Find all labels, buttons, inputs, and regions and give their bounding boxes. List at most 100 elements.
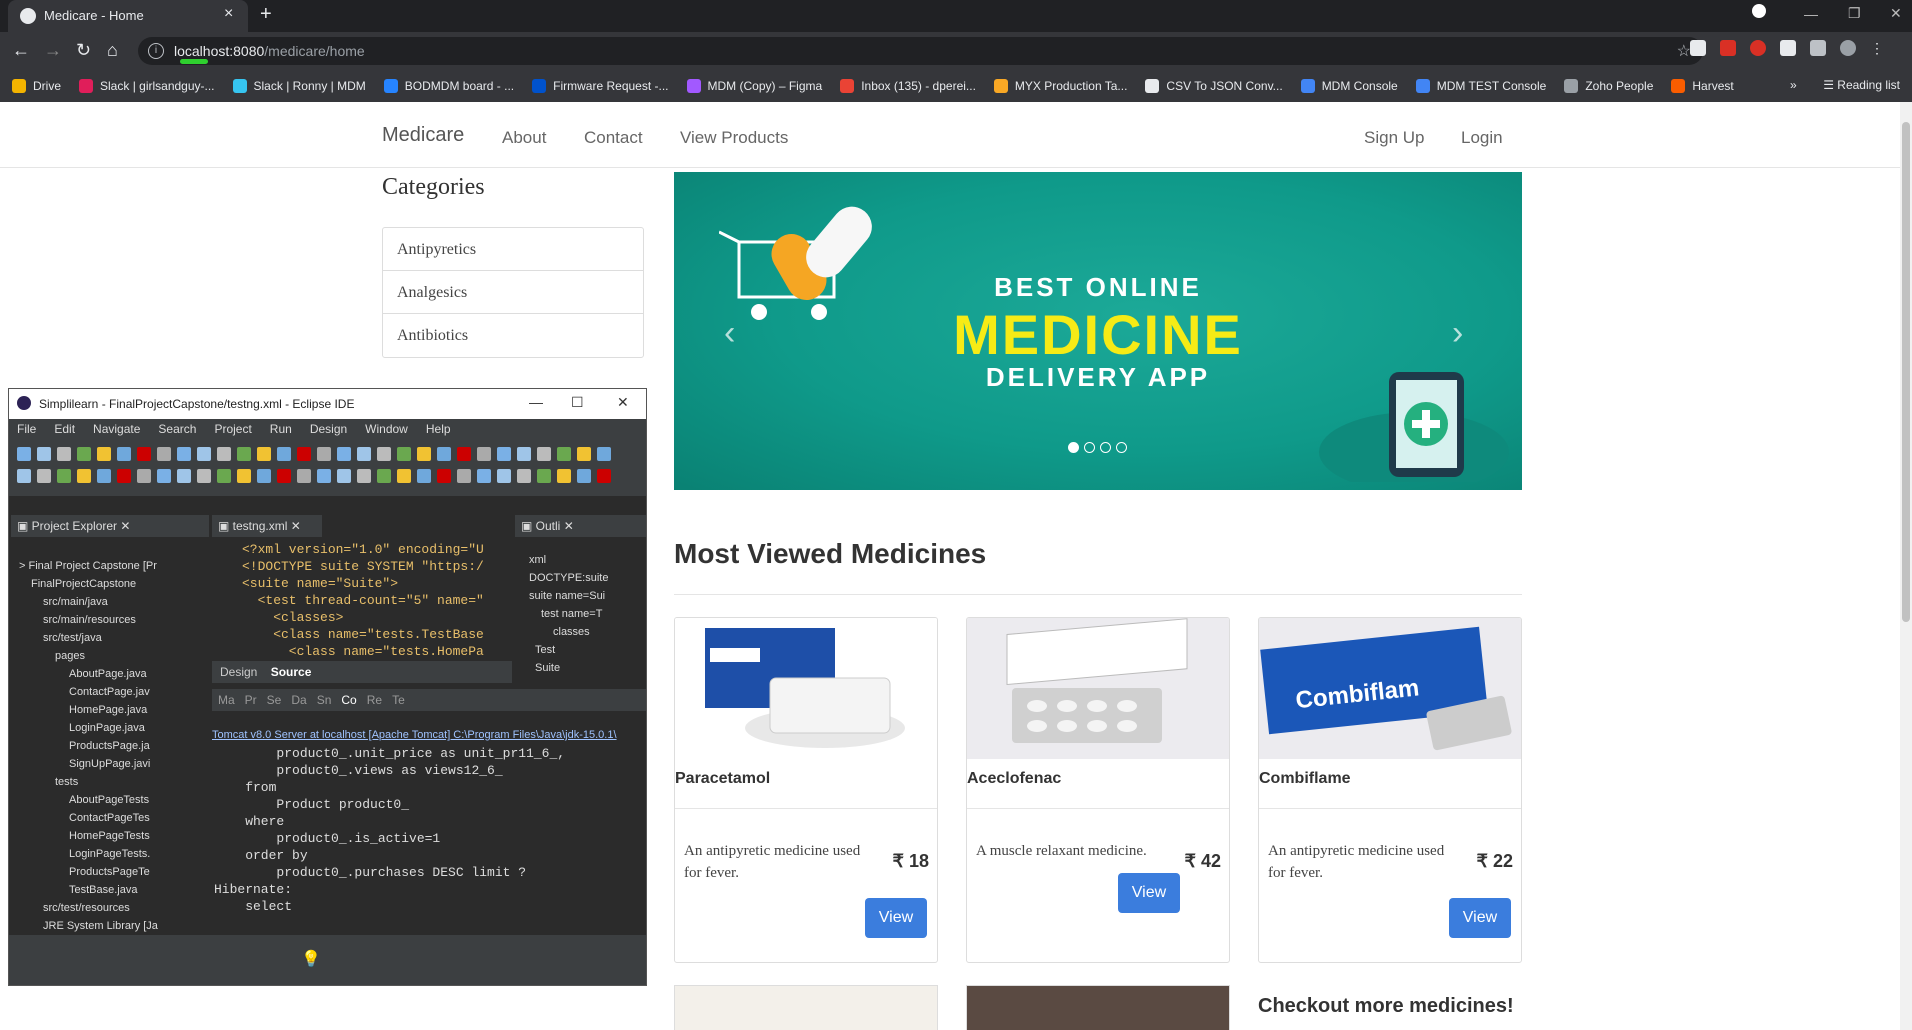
nav-login[interactable]: Login bbox=[1461, 128, 1503, 148]
restore-icon[interactable]: ❐ bbox=[1848, 5, 1861, 22]
toolbar-icon[interactable] bbox=[477, 469, 491, 483]
toolbar-icon[interactable] bbox=[177, 447, 191, 461]
tree-item[interactable]: src/main/java bbox=[15, 593, 207, 611]
nav-about[interactable]: About bbox=[502, 128, 546, 148]
view-button[interactable]: View bbox=[1449, 898, 1511, 938]
toolbar-icon[interactable] bbox=[317, 447, 331, 461]
toolbar-icon[interactable] bbox=[97, 469, 111, 483]
toolbar-icon[interactable] bbox=[117, 447, 131, 461]
carousel-prev-icon[interactable]: ‹ bbox=[724, 314, 735, 353]
reading-list[interactable]: ☰ Reading list bbox=[1823, 78, 1900, 92]
forward-icon[interactable]: → bbox=[44, 40, 62, 60]
console-tab[interactable]: Pr bbox=[245, 693, 257, 707]
menu-item[interactable]: Run bbox=[270, 422, 292, 438]
bookmark-item[interactable]: MDM (Copy) – Figma bbox=[686, 79, 822, 93]
close-window-icon[interactable]: ✕ bbox=[1890, 5, 1902, 22]
profile-icon[interactable] bbox=[1752, 4, 1766, 18]
category-item[interactable]: Antibiotics bbox=[383, 314, 643, 357]
toolbar-icon[interactable] bbox=[397, 447, 411, 461]
toolbar-icon[interactable] bbox=[77, 447, 91, 461]
outline-item[interactable]: xml bbox=[529, 551, 644, 569]
bookmark-item[interactable]: BODMDM board - ... bbox=[383, 79, 514, 93]
toolbar-icon[interactable] bbox=[217, 447, 231, 461]
outline-item[interactable]: classes bbox=[529, 623, 644, 641]
bookmark-item[interactable]: Slack | Ronny | MDM bbox=[232, 79, 366, 93]
toolbar-icon[interactable] bbox=[497, 469, 511, 483]
menu-item[interactable]: Help bbox=[426, 422, 451, 438]
toolbar-icon[interactable] bbox=[437, 447, 451, 461]
toolbar-icon[interactable] bbox=[17, 469, 31, 483]
toolbar-icon[interactable] bbox=[557, 447, 571, 461]
tree-item[interactable]: LoginPageTests. bbox=[15, 845, 207, 863]
bookmark-item[interactable]: MYX Production Ta... bbox=[993, 79, 1127, 93]
minimize-icon[interactable]: — bbox=[529, 394, 543, 410]
toolbar-icon[interactable] bbox=[537, 447, 551, 461]
toolbar-icon[interactable] bbox=[457, 447, 471, 461]
puzzle-icon[interactable] bbox=[1780, 40, 1796, 56]
tree-item[interactable]: ContactPageTes bbox=[15, 809, 207, 827]
tree-item[interactable]: src/main/resources bbox=[15, 611, 207, 629]
console-tab[interactable]: Co bbox=[341, 693, 356, 707]
menu-item[interactable]: Search bbox=[158, 422, 196, 438]
menu-item[interactable]: Design bbox=[310, 422, 347, 438]
category-item[interactable]: Antipyretics bbox=[383, 228, 643, 271]
media-icon[interactable] bbox=[1810, 40, 1826, 56]
tree-item[interactable]: ProductsPage.ja bbox=[15, 737, 207, 755]
bookmark-item[interactable]: Inbox (135) - dperei... bbox=[840, 79, 976, 93]
tree-item[interactable]: SignUpPage.javi bbox=[15, 755, 207, 773]
tab-testng-xml[interactable]: ▣ testng.xml ✕ bbox=[212, 515, 322, 537]
toolbar-icon[interactable] bbox=[257, 469, 271, 483]
toolbar-icon[interactable] bbox=[197, 447, 211, 461]
toolbar-icon[interactable] bbox=[97, 447, 111, 461]
view-button[interactable]: View bbox=[1118, 873, 1180, 913]
toolbar-icon[interactable] bbox=[517, 469, 531, 483]
tree-item[interactable]: HomePage.java bbox=[15, 701, 207, 719]
toolbar-icon[interactable] bbox=[257, 447, 271, 461]
tab-source[interactable]: Source bbox=[271, 665, 312, 679]
console-output[interactable]: product0_.unit_price as unit_pr11_6_, pr… bbox=[214, 745, 644, 930]
avatar[interactable] bbox=[1840, 40, 1856, 56]
toolbar-icon[interactable] bbox=[497, 447, 511, 461]
minimize-icon[interactable]: — bbox=[1804, 6, 1818, 22]
bookmark-item[interactable]: Slack | girlsandguy-... bbox=[79, 79, 215, 93]
new-tab-icon[interactable]: + bbox=[260, 3, 272, 26]
toolbar-icon[interactable] bbox=[437, 469, 451, 483]
menu-item[interactable]: Window bbox=[365, 422, 408, 438]
console-tab[interactable]: Da bbox=[291, 693, 306, 707]
toolbar-icon[interactable] bbox=[377, 447, 391, 461]
toolbar-icon[interactable] bbox=[37, 469, 51, 483]
toolbar-icon[interactable] bbox=[377, 469, 391, 483]
toolbar-icon[interactable] bbox=[137, 469, 151, 483]
scrollbar-thumb[interactable] bbox=[1902, 122, 1910, 622]
toolbar-icon[interactable] bbox=[217, 469, 231, 483]
site-info-icon[interactable]: i bbox=[148, 43, 164, 59]
menu-item[interactable]: File bbox=[17, 422, 36, 438]
outline-item[interactable]: test name=T bbox=[529, 605, 644, 623]
product-name[interactable]: Paracetamol bbox=[675, 770, 770, 788]
toolbar-icon[interactable] bbox=[417, 447, 431, 461]
tree-item[interactable]: HomePageTests bbox=[15, 827, 207, 845]
home-icon[interactable]: ⌂ bbox=[107, 40, 118, 60]
toolbar-icon[interactable] bbox=[277, 469, 291, 483]
bookmark-item[interactable]: CSV To JSON Conv... bbox=[1145, 79, 1283, 93]
address-bar[interactable]: i localhost:8080/medicare/home ☆ bbox=[138, 37, 1703, 65]
toolbar-icon[interactable] bbox=[117, 469, 131, 483]
nav-view-products[interactable]: View Products bbox=[680, 128, 788, 148]
toolbar-icon[interactable] bbox=[577, 469, 591, 483]
bookmark-item[interactable]: MDM TEST Console bbox=[1415, 79, 1546, 93]
carousel-dot[interactable] bbox=[1100, 442, 1111, 453]
tree-item[interactable]: LoginPage.java bbox=[15, 719, 207, 737]
toolbar-icon[interactable] bbox=[177, 469, 191, 483]
page-scrollbar[interactable] bbox=[1900, 102, 1912, 1030]
toolbar-icon[interactable] bbox=[317, 469, 331, 483]
toolbar-icon[interactable] bbox=[137, 447, 151, 461]
bookmark-item[interactable]: Drive bbox=[12, 79, 61, 93]
tree-item[interactable]: tests bbox=[15, 773, 207, 791]
category-item[interactable]: Analgesics bbox=[383, 271, 643, 314]
extension-icon[interactable] bbox=[1690, 40, 1706, 56]
tree-item[interactable]: JRE System Library [Ja bbox=[15, 917, 207, 935]
tab-project-explorer[interactable]: ▣ Project Explorer ✕ bbox=[11, 515, 209, 537]
toolbar-icon[interactable] bbox=[417, 469, 431, 483]
toolbar-icon[interactable] bbox=[197, 469, 211, 483]
tree-item[interactable]: AboutPage.java bbox=[15, 665, 207, 683]
